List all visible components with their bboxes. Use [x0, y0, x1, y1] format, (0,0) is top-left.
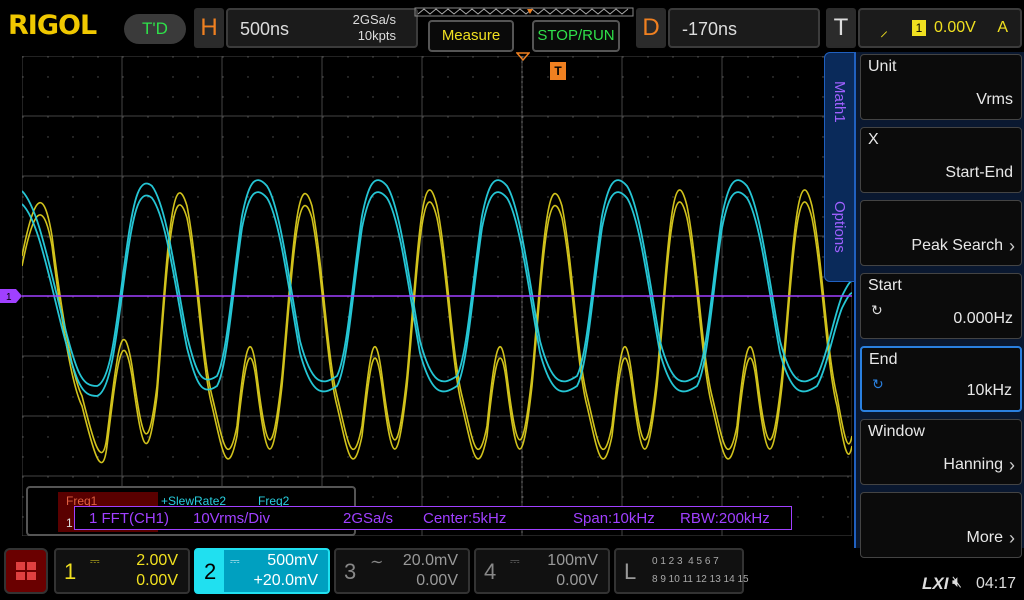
- speaker-muted-icon[interactable]: 🔇︎: [952, 574, 962, 592]
- clock: 04:17: [976, 575, 1017, 592]
- svg-text:1: 1: [6, 292, 12, 303]
- delay-panel[interactable]: -170ns: [668, 8, 820, 48]
- lxi-logo: LXI: [922, 574, 949, 593]
- ac-coupling-icon: ∼: [370, 554, 384, 571]
- stop-run-button[interactable]: STOP/RUN: [532, 20, 620, 52]
- channel-4-panel[interactable]: 4 ⎓ 100mV 0.00V: [474, 548, 610, 594]
- dc-coupling-icon: ⎓: [510, 554, 520, 568]
- fft-scale: 10Vrms/Div: [193, 510, 270, 527]
- grid-icon: [16, 562, 36, 580]
- horizontal-panel[interactable]: 500ns 2GSa/s 10kpts: [226, 8, 418, 48]
- trigger-letter[interactable]: T: [826, 8, 856, 48]
- knob-icon: ↻: [871, 302, 883, 318]
- logic-channels-row1: 0 1 2 3 4 5 6 7: [652, 556, 719, 567]
- fft-info-bar: 1 FFT(CH1) 10Vrms/Div 2GSa/s Center:5kHz…: [74, 506, 792, 530]
- run-state-badge: T'D: [124, 14, 186, 44]
- chevron-right-icon: ›: [1009, 455, 1015, 475]
- sample-rate: 2GSa/s: [352, 12, 396, 27]
- dc-coupling-icon: ⎓: [230, 554, 240, 568]
- timebase-value: 500ns: [240, 19, 290, 39]
- trigger-marker-icon[interactable]: T: [550, 62, 566, 80]
- delay-letter[interactable]: D: [636, 8, 666, 48]
- chevron-right-icon: ›: [1009, 528, 1015, 548]
- menu-unit[interactable]: Unit Vrms: [860, 54, 1022, 120]
- fft-rbw: RBW:200kHz: [680, 510, 770, 527]
- brand-logo: RIGOL: [8, 10, 97, 41]
- trigger-source-badge: 1: [912, 20, 926, 36]
- trigger-level: 0.00V: [934, 19, 976, 36]
- knob-active-icon: ↻: [872, 376, 884, 392]
- horizontal-letter[interactable]: H: [194, 8, 224, 48]
- menu-end[interactable]: End ↻ 10kHz: [860, 346, 1022, 412]
- measure-index: 1: [66, 516, 73, 530]
- channel-2-panel[interactable]: 2 ⎓ 500mV +20.0mV: [194, 548, 330, 594]
- menu-x-range[interactable]: X Start-End: [860, 127, 1022, 193]
- menu-peak-search[interactable]: Peak Search ›: [860, 200, 1022, 266]
- trigger-mode: A: [997, 19, 1008, 36]
- tab-options[interactable]: Options: [831, 201, 848, 253]
- fft-center: Center:5kHz: [423, 510, 507, 527]
- channel-1-panel[interactable]: 1 ⎓ 2.00V 0.00V: [54, 548, 190, 594]
- chevron-right-icon: ›: [1009, 236, 1015, 256]
- waveform-display[interactable]: [22, 56, 852, 536]
- trigger-panel[interactable]: ⸝ 1 0.00V A: [858, 8, 1022, 48]
- menu-window[interactable]: Window Hanning ›: [860, 419, 1022, 485]
- memory-position-indicator: [414, 7, 634, 17]
- trigger-edge-icon: ⸝: [880, 23, 889, 40]
- menu-start[interactable]: Start ↻ 0.000Hz: [860, 273, 1022, 339]
- side-tab-strip[interactable]: Math1 Options: [824, 52, 858, 282]
- memory-depth: 10kpts: [357, 28, 396, 43]
- fft-title: 1 FFT(CH1): [89, 510, 169, 527]
- dc-coupling-icon: ⎓: [90, 554, 100, 568]
- trigger-position-marker: [516, 52, 530, 62]
- channel-3-panel[interactable]: 3 ∼ 20.0mV 0.00V: [334, 548, 470, 594]
- measure-button[interactable]: Measure: [428, 20, 514, 52]
- menu-more[interactable]: More ›: [860, 492, 1022, 558]
- fft-span: Span:10kHz: [573, 510, 655, 527]
- home-menu-button[interactable]: [4, 548, 48, 594]
- tab-math1[interactable]: Math1: [831, 81, 848, 123]
- logic-channels-row2: 8 9 10 11 12 13 14 15: [652, 574, 749, 585]
- delay-value: -170ns: [682, 19, 738, 39]
- fft-rate: 2GSa/s: [343, 510, 394, 527]
- math-offset-marker[interactable]: 1: [0, 289, 22, 303]
- logic-panel[interactable]: L 0 1 2 3 4 5 6 7 8 9 10 11 12 13 14 15: [614, 548, 749, 594]
